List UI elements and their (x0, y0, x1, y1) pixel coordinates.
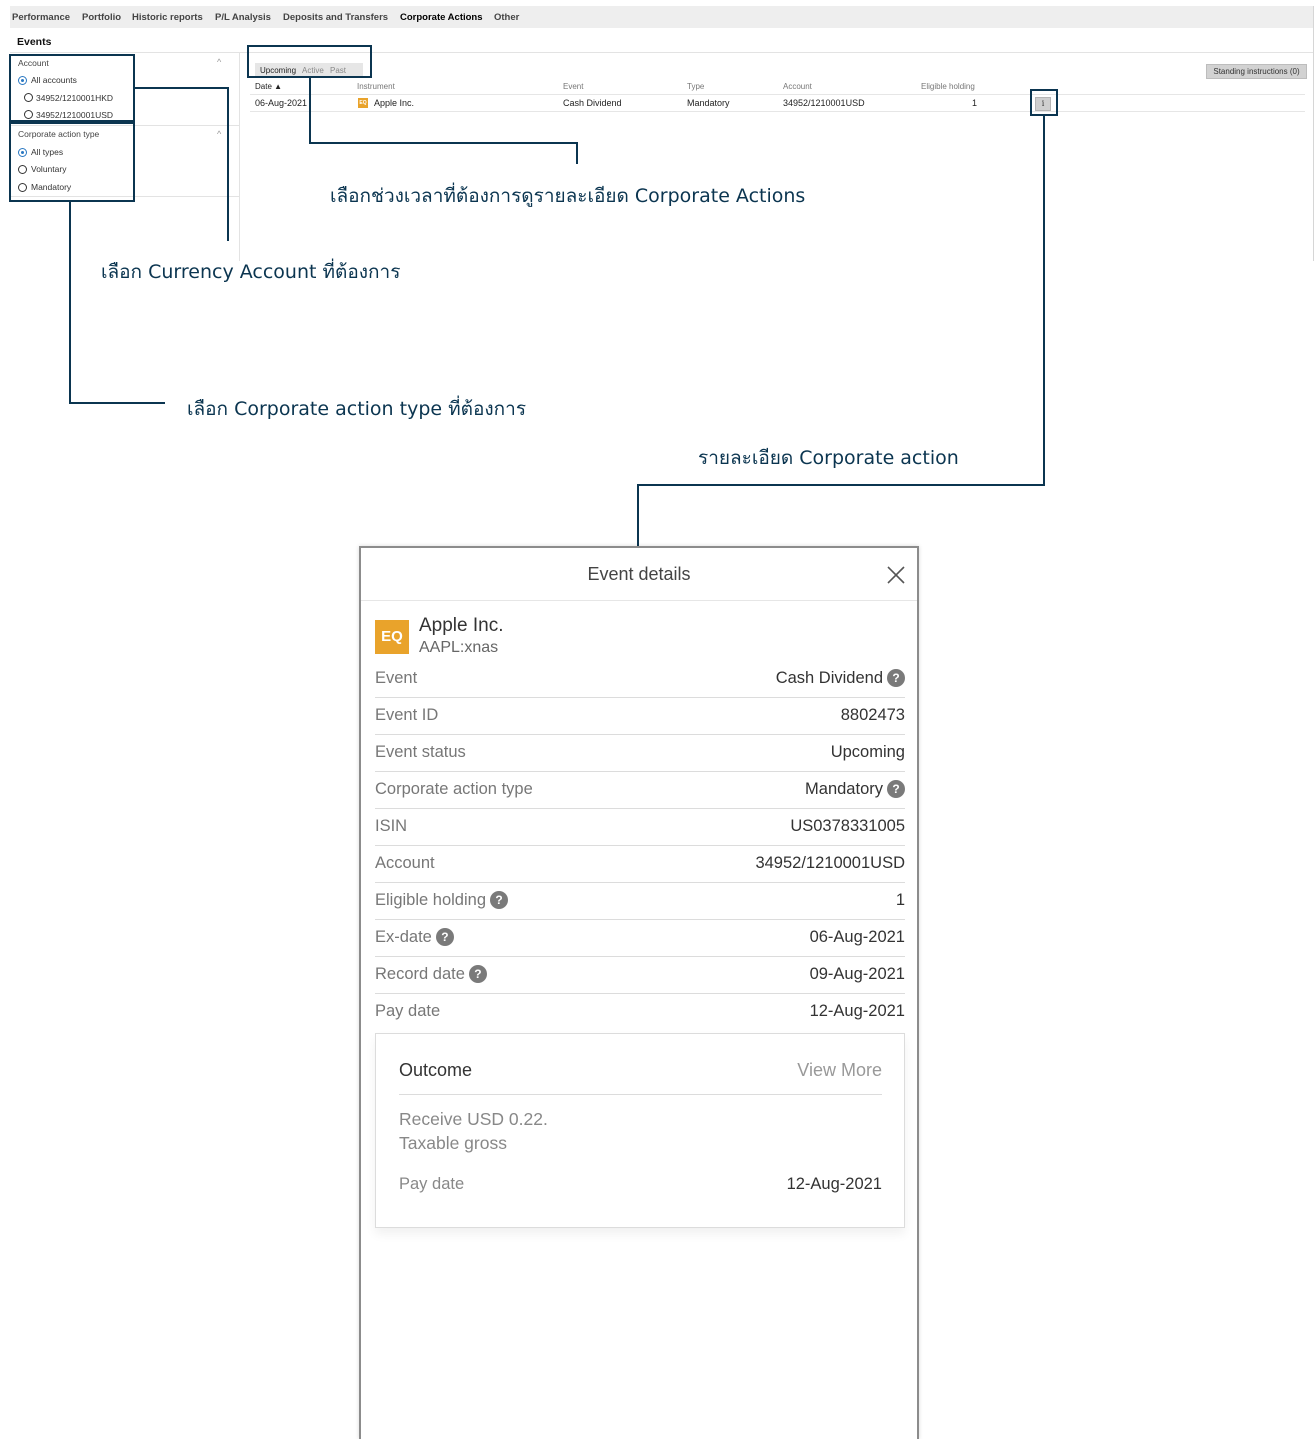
detail-row-corporate-action-type: Corporate action type Mandatory? (375, 771, 905, 809)
detail-label: Event (375, 669, 418, 687)
connector-line (309, 142, 578, 144)
help-icon[interactable]: ? (887, 669, 905, 687)
chevron-up-icon[interactable]: ^ (217, 57, 221, 67)
page-title: Events (17, 36, 52, 48)
annotation-account: เลือก Currency Account ที่ต้องการ (101, 261, 401, 283)
help-icon[interactable]: ? (468, 965, 487, 983)
equity-badge-icon: EQ (375, 620, 409, 654)
connector-line (227, 87, 229, 241)
corporate-actions-screen: Performance Portfolio Historic reports P… (10, 6, 1314, 261)
column-header-event[interactable]: Event (563, 82, 583, 91)
outcome-description: Receive USD 0.22. (399, 1109, 548, 1129)
help-icon[interactable]: ? (887, 780, 905, 798)
cell-account: 34952/1210001USD (783, 98, 865, 108)
annotation-detail: รายละเอียด Corporate action (698, 447, 959, 469)
instrument-symbol: AAPL:xnas (419, 639, 499, 656)
column-header-date[interactable]: Date ▲ (255, 82, 282, 91)
detail-value: Upcoming (830, 743, 905, 761)
detail-value: US0378331005 (790, 817, 905, 835)
outcome-pay-date-label: Pay date (399, 1175, 465, 1193)
detail-value: Mandatory (805, 780, 883, 798)
detail-value: 06-Aug-2021 (809, 928, 905, 946)
detail-value: 12-Aug-2021 (809, 1002, 905, 1020)
top-navigation: Performance Portfolio Historic reports P… (10, 6, 1313, 28)
divider (250, 94, 1305, 95)
detail-row-eligible-holding: Eligible holding? 1 (375, 882, 905, 920)
outcome-title: Outcome (399, 1060, 473, 1080)
detail-value: 34952/1210001USD (755, 854, 905, 872)
column-header-instrument[interactable]: Instrument (357, 82, 395, 91)
info-highlight-box (1030, 89, 1058, 116)
detail-label: Pay date (375, 1002, 441, 1020)
nav-pl-analysis[interactable]: P/L Analysis (215, 12, 271, 23)
column-header-eligible-holding[interactable]: Eligible holding (921, 82, 975, 91)
instrument-name: Apple Inc. (419, 615, 504, 636)
column-header-type[interactable]: Type (687, 82, 704, 91)
detail-label: Event ID (375, 706, 439, 724)
nav-historic-reports[interactable]: Historic reports (132, 12, 203, 23)
column-header-account[interactable]: Account (783, 82, 812, 91)
connector-line (135, 87, 229, 89)
dialog-title: Event details (587, 564, 691, 584)
event-details-dialog: Event details EQ Apple Inc. AAPL:xnas Ev… (359, 546, 919, 1439)
view-more-link[interactable]: View More (797, 1060, 882, 1081)
detail-label: Record date (375, 965, 465, 983)
cell-instrument: Apple Inc. (374, 98, 415, 108)
detail-row-event-id: Event ID 8802473 (375, 697, 905, 735)
detail-row-event-status: Event status Upcoming (375, 734, 905, 772)
detail-label: Eligible holding (375, 891, 486, 909)
connector-line (69, 402, 165, 404)
nav-portfolio[interactable]: Portfolio (82, 12, 121, 23)
detail-row-account: Account 34952/1210001USD (375, 845, 905, 883)
detail-label: Corporate action type (375, 780, 533, 798)
connector-line (637, 484, 639, 548)
help-icon[interactable]: ? (490, 891, 508, 909)
nav-other[interactable]: Other (494, 12, 519, 23)
connector-line (1043, 116, 1045, 486)
chevron-up-icon[interactable]: ^ (217, 129, 221, 139)
period-highlight-box (247, 45, 372, 78)
equity-badge-icon: EQ (358, 98, 368, 108)
connector-line (637, 484, 1045, 486)
account-highlight-box (9, 54, 135, 122)
divider (399, 1094, 882, 1095)
standing-instructions-button[interactable]: Standing instructions (0) (1206, 64, 1307, 79)
detail-label: Ex-date (375, 928, 432, 946)
detail-value: 1 (895, 891, 905, 909)
cell-event: Cash Dividend (563, 98, 622, 108)
nav-corporate-actions[interactable]: Corporate Actions (400, 12, 483, 23)
detail-row-record-date: Record date? 09-Aug-2021 (375, 956, 905, 994)
help-icon[interactable]: ? (435, 928, 454, 946)
detail-label: ISIN (375, 817, 408, 835)
outcome-pay-date-value: 12-Aug-2021 (786, 1175, 882, 1193)
connector-line (69, 202, 71, 404)
detail-row-event: Event Cash Dividend? (375, 660, 905, 698)
divider (250, 111, 1305, 112)
outcome-card: Outcome View More Receive USD 0.22. Taxa… (375, 1033, 905, 1228)
detail-value: Cash Dividend (775, 669, 883, 687)
detail-row-pay-date: Pay date 12-Aug-2021 (375, 993, 905, 1030)
cell-date: 06-Aug-2021 (255, 98, 308, 108)
divider (361, 600, 917, 601)
cell-eligible-holding: 1 (972, 98, 978, 108)
detail-label: Event status (375, 743, 466, 761)
connector-line (576, 142, 578, 164)
connector-line (309, 77, 311, 144)
nav-deposits-transfers[interactable]: Deposits and Transfers (283, 12, 388, 23)
nav-performance[interactable]: Performance (12, 12, 70, 23)
detail-value: 09-Aug-2021 (809, 965, 905, 983)
detail-row-isin: ISIN US0378331005 (375, 808, 905, 846)
annotation-type: เลือก Corporate action type ที่ต้องการ (187, 398, 527, 420)
annotation-period: เลือกช่วงเวลาที่ต้องการดูรายละเอียด Corp… (330, 185, 806, 207)
detail-value: 8802473 (840, 706, 905, 724)
outcome-description: Taxable gross (399, 1133, 507, 1153)
close-icon[interactable] (885, 564, 907, 586)
type-highlight-box (9, 122, 135, 202)
detail-row-ex-date: Ex-date? 06-Aug-2021 (375, 919, 905, 957)
detail-label: Account (375, 854, 435, 872)
cell-type: Mandatory (687, 98, 730, 108)
